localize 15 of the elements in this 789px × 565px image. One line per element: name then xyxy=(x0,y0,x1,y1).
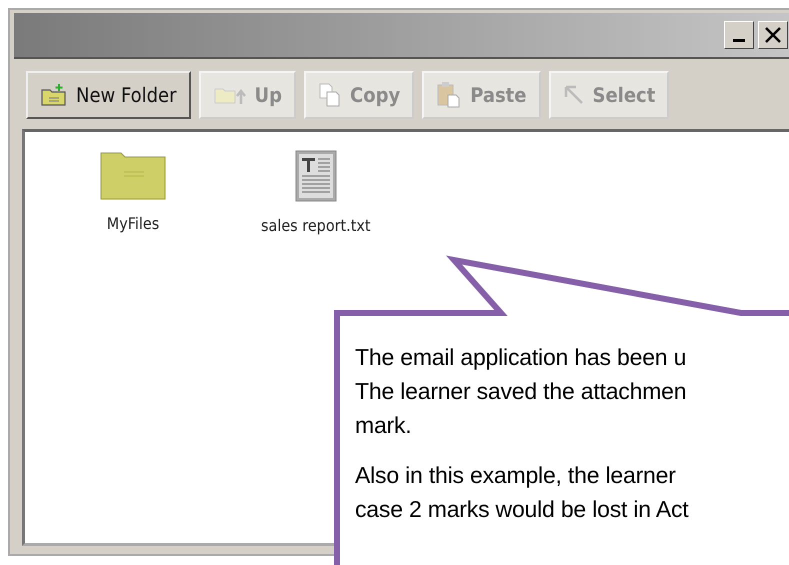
callout-paragraph: Also in this example, the learner case 2 marks would be lost in Act xyxy=(355,461,688,524)
callout-paragraph: The email application has been u The learner saved the attachmen mark. xyxy=(355,343,688,440)
file-name[interactable]: sales report.txt xyxy=(261,216,371,235)
copy-icon xyxy=(318,82,342,108)
new-folder-icon xyxy=(40,83,68,107)
folder-icon xyxy=(100,150,166,200)
text-file-icon xyxy=(294,150,337,202)
clipboard-icon xyxy=(436,81,462,109)
minimize-icon xyxy=(733,38,745,42)
file-name[interactable]: MyFiles xyxy=(106,214,160,233)
close-icon xyxy=(764,26,782,44)
new-folder-button[interactable]: New Folder xyxy=(26,71,190,119)
cursor-arrow-icon xyxy=(562,84,584,106)
close-button[interactable] xyxy=(758,21,788,49)
minimize-button[interactable] xyxy=(724,21,754,49)
